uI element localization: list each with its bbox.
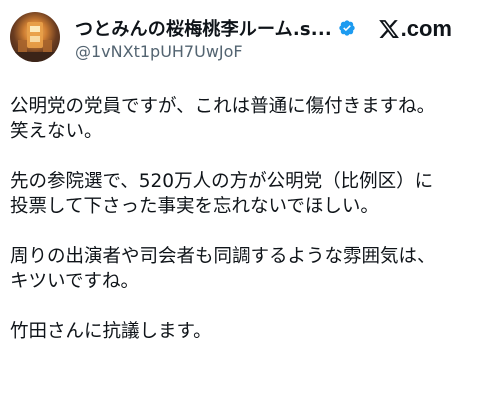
verified-badge-icon: [338, 19, 356, 37]
avatar[interactable]: [10, 12, 60, 62]
post-line: 投票して下さった事実を忘れないでほしい。: [10, 196, 379, 217]
post-line: 先の参院選で、520万人の方が公明党（比例区）に: [10, 171, 434, 192]
post-line: 周りの出演者や司会者も同調するような雰囲気は、: [10, 246, 436, 267]
author-name-row: つとみんの桜梅桃李ルーム.s...: [75, 15, 356, 41]
post-text: 公明党の党員ですが、これは普通に傷付きますね。 笑えない。 先の参院選で、520…: [10, 94, 472, 369]
post-paragraph: 公明党の党員ですが、これは普通に傷付きますね。 笑えない。: [10, 94, 472, 144]
post-line: 笑えない。: [10, 121, 103, 142]
x-logo-icon: [378, 20, 399, 38]
avatar-image: [10, 22, 60, 62]
author-handle[interactable]: @1vNXt1pUH7UwJoF: [75, 42, 243, 61]
post-line: キツいですね。: [10, 271, 139, 292]
post-paragraph: 先の参院選で、520万人の方が公明党（比例区）に 投票して下さった事実を忘れない…: [10, 169, 472, 219]
post-line: 竹田さんに抗議します。: [10, 321, 212, 342]
post-paragraph: 周りの出演者や司会者も同調するような雰囲気は、 キツいですね。: [10, 244, 472, 294]
post-header: つとみんの桜梅桃李ルーム.s... @1vNXt1pUH7UwJoF .com: [0, 0, 480, 80]
x-logo[interactable]: .com: [378, 16, 452, 42]
author-display-name[interactable]: つとみんの桜梅桃李ルーム.s...: [75, 15, 332, 41]
x-logo-text: .com: [400, 16, 452, 41]
post-line: 公明党の党員ですが、これは普通に傷付きますね。: [10, 96, 436, 117]
post-paragraph: 竹田さんに抗議します。: [10, 319, 472, 344]
